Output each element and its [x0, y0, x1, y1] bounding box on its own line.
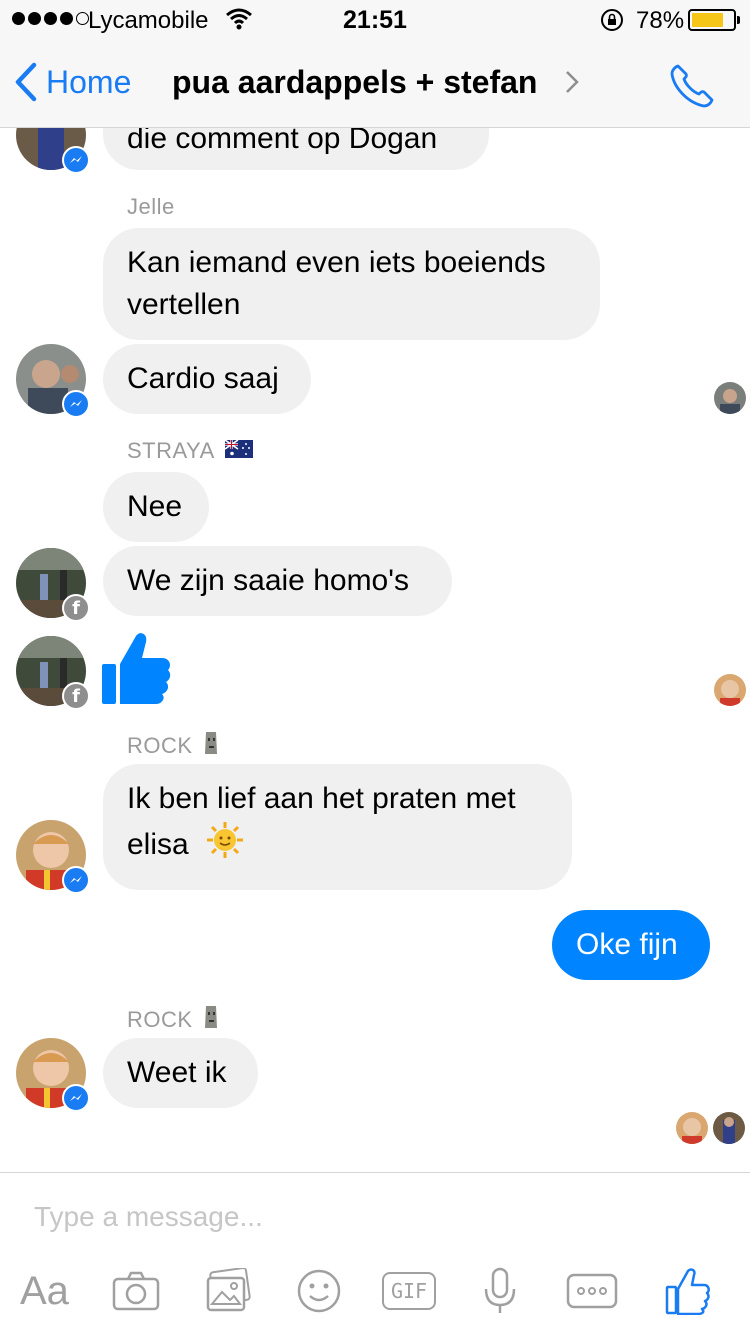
message-text: Kan iemand even iets boeiends vertellen [127, 246, 546, 321]
back-button[interactable]: Home [14, 62, 131, 102]
read-receipt-avatar [713, 1112, 745, 1144]
messenger-badge-icon [62, 390, 90, 418]
outgoing-message-bubble[interactable]: Oke fijn [552, 910, 710, 980]
australia-flag-icon [224, 438, 253, 464]
rotation-lock-icon [600, 8, 624, 37]
messenger-badge-icon [62, 146, 90, 174]
message-bubble[interactable]: die comment op Dogan [103, 128, 489, 170]
phone-call-button[interactable] [668, 62, 716, 115]
send-like-button[interactable] [664, 1267, 710, 1315]
message-list[interactable]: die comment op Dogan Jelle Kan iemand ev… [0, 128, 750, 1172]
camera-button[interactable] [112, 1267, 160, 1315]
message-text: We zijn saaie homo's [127, 564, 409, 597]
read-receipt-avatar [676, 1112, 708, 1144]
more-options-button[interactable] [566, 1267, 618, 1315]
battery-tip [737, 16, 740, 24]
battery-icon [688, 9, 736, 31]
avatar[interactable]: f [16, 548, 90, 622]
message-bubble[interactable]: Ik ben lief aan het praten met elisa [103, 764, 572, 890]
text-format-button[interactable]: Aa [20, 1267, 69, 1315]
like-sticker-icon[interactable] [100, 630, 172, 711]
phone-icon [670, 64, 714, 108]
conversation-title[interactable]: pua aardappels + stefan [172, 64, 537, 101]
avatar[interactable] [16, 344, 90, 418]
facebook-badge-icon: f [62, 594, 90, 622]
moai-emoji-icon [203, 730, 219, 762]
sender-name: ROCK [127, 730, 219, 762]
message-text: Nee [127, 490, 183, 523]
avatar[interactable]: f [16, 636, 90, 710]
voice-record-button[interactable] [482, 1267, 518, 1315]
message-bubble[interactable]: Cardio saaj [103, 344, 311, 414]
photo-icon [206, 1268, 251, 1312]
nav-bar: Home pua aardappels + stefan [0, 40, 750, 128]
avatar[interactable] [16, 1038, 90, 1112]
back-label: Home [46, 63, 132, 100]
photo-gallery-button[interactable] [204, 1267, 252, 1315]
facebook-badge-icon: f [62, 682, 90, 710]
avatar[interactable] [16, 820, 90, 894]
message-input-placeholder: Type a message... [34, 1201, 263, 1232]
microphone-icon [484, 1267, 516, 1313]
thumbs-up-icon [665, 1268, 710, 1315]
messenger-badge-icon [62, 866, 90, 894]
message-bubble[interactable]: Nee [103, 472, 209, 542]
messenger-badge-icon [62, 1084, 90, 1112]
read-receipt-avatar [714, 382, 746, 414]
compose-area: Type a message... Aa GIF [0, 1172, 750, 1334]
moai-emoji-icon [203, 1004, 219, 1036]
emoji-button[interactable] [296, 1267, 342, 1315]
message-text: Weet ik [127, 1056, 227, 1089]
avatar[interactable] [16, 128, 90, 174]
battery-percent: 78% [636, 7, 685, 34]
sender-name: STRAYA [127, 438, 253, 464]
message-input[interactable]: Type a message... [34, 1201, 263, 1233]
sender-name: ROCK [127, 1004, 219, 1036]
smiley-icon [297, 1269, 341, 1313]
message-bubble[interactable]: We zijn saaie homo's [103, 546, 452, 616]
message-bubble[interactable]: Weet ik [103, 1038, 258, 1108]
chevron-right-icon[interactable] [565, 70, 579, 99]
message-text: Cardio saaj [127, 362, 279, 395]
gif-icon: GIF [382, 1272, 436, 1310]
compose-toolbar: Aa GIF [0, 1261, 750, 1321]
camera-icon [112, 1271, 160, 1311]
more-icon [566, 1273, 618, 1309]
gif-button[interactable]: GIF [382, 1267, 436, 1315]
message-text: Oke fijn [576, 928, 678, 961]
message-text: Ik ben lief aan het praten met elisa [127, 782, 516, 861]
sun-emoji-icon [205, 820, 245, 872]
sender-name: Jelle [127, 194, 175, 219]
status-bar: Lycamobile 21:51 78% [0, 0, 750, 40]
chevron-left-icon [15, 62, 37, 102]
message-text: die comment op Dogan [127, 128, 438, 155]
read-receipt-avatar [714, 674, 746, 706]
message-bubble[interactable]: Kan iemand even iets boeiends vertellen [103, 228, 600, 340]
